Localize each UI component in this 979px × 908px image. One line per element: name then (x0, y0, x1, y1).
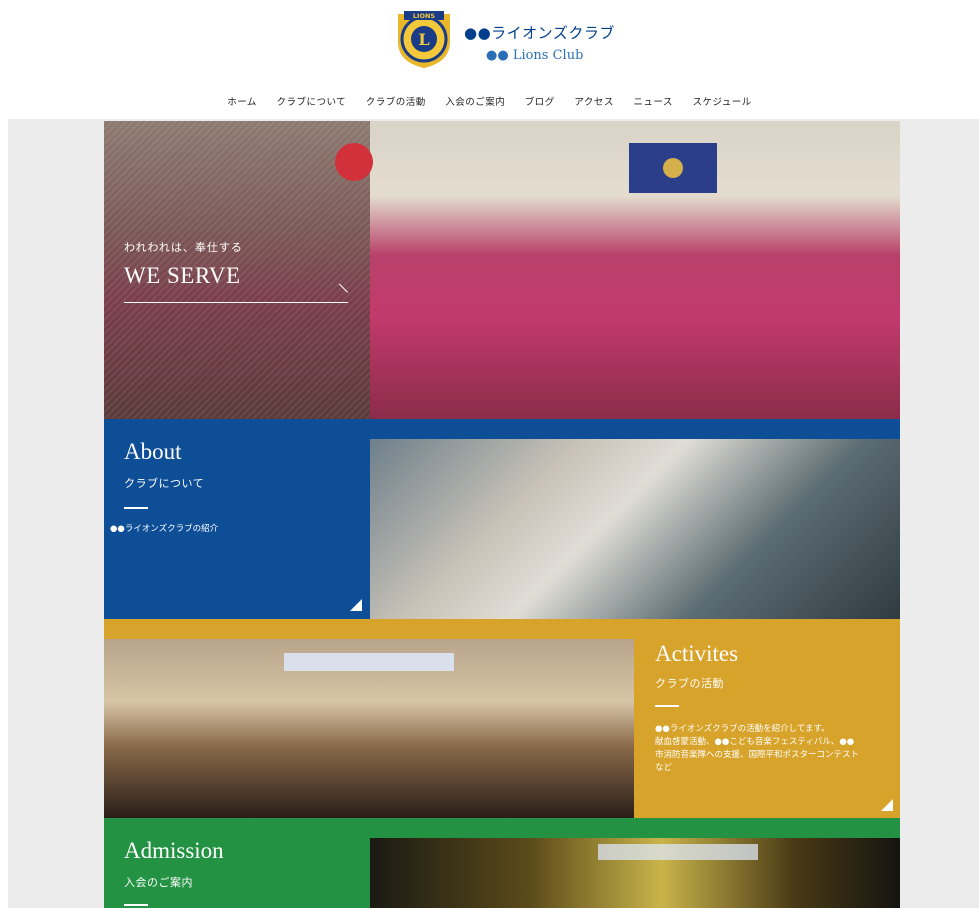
activities-desc-line: など (655, 763, 673, 773)
activities-title: Activites (655, 641, 739, 666)
activities-desc-line: 市消防音楽隊への支援、国際平和ポスターコンテスト (655, 750, 860, 760)
japan-flag-image (335, 143, 373, 181)
nav-item-blog[interactable]: ブログ (525, 94, 555, 108)
nav-item-access[interactable]: アクセス (574, 94, 614, 108)
lions-emblem-icon: L LIONS (394, 8, 454, 70)
about-divider (124, 507, 148, 509)
activities-section[interactable]: Activites クラブの活動 ●●ライオンズクラブの活動を紹介してます。 献… (104, 619, 900, 818)
nav-item-activities[interactable]: クラブの活動 (366, 94, 426, 108)
hero-banner[interactable]: われわれは、奉仕する WE SERVE (104, 121, 900, 419)
stage-banner-image (284, 653, 454, 671)
about-subtitle: クラブについて (124, 477, 205, 490)
svg-text:LIONS: LIONS (413, 12, 436, 20)
activities-divider (655, 705, 679, 707)
activities-desc-line: ●●ライオンズクラブの活動を紹介してます。 (655, 724, 830, 734)
activities-desc-line: 献血啓蒙活動、●●こども音楽フェスティバル、●● (655, 737, 855, 747)
admission-divider (124, 904, 148, 906)
lions-banner-image (629, 143, 717, 193)
nav-item-news[interactable]: ニュース (633, 94, 673, 108)
main-nav: ホーム クラブについて クラブの活動 入会のご案内 ブログ アクセス ニュース … (0, 94, 979, 108)
hero-title: WE SERVE (124, 263, 241, 288)
nav-item-schedule[interactable]: スケジュール (692, 94, 751, 108)
about-photo (370, 439, 900, 619)
svg-text:L: L (418, 30, 429, 49)
nav-item-about[interactable]: クラブについて (276, 94, 346, 108)
stage-banner-image (598, 844, 758, 860)
about-section[interactable]: About クラブについて ●●ライオンズクラブの紹介 (104, 419, 900, 619)
admission-title: Admission (124, 838, 224, 863)
site-logo[interactable]: L LIONS ●●ライオンズクラブ ●● Lions Club (394, 8, 624, 74)
activities-corner-arrow-icon[interactable] (881, 799, 893, 811)
activities-subtitle: クラブの活動 (655, 677, 724, 690)
admission-subtitle: 入会のご案内 (124, 876, 193, 889)
brand-name-en: ●● Lions Club (486, 48, 584, 63)
hero-subtitle: われわれは、奉仕する (124, 241, 243, 254)
nav-item-admission[interactable]: 入会のご案内 (445, 94, 505, 108)
activities-photo (104, 639, 634, 818)
admission-section[interactable]: Admission 入会のご案内 (104, 818, 900, 908)
hero-underline (124, 302, 348, 303)
admission-photo (370, 838, 900, 908)
brand-name-jp: ●●ライオンズクラブ (464, 24, 615, 42)
about-description: ●●ライオンズクラブの紹介 (110, 524, 219, 534)
about-title: About (124, 439, 182, 464)
about-corner-arrow-icon[interactable] (350, 599, 362, 611)
nav-item-home[interactable]: ホーム (227, 94, 257, 108)
activities-description: ●●ライオンズクラブの活動を紹介してます。 献血啓蒙活動、●●こども音楽フェステ… (655, 723, 895, 775)
